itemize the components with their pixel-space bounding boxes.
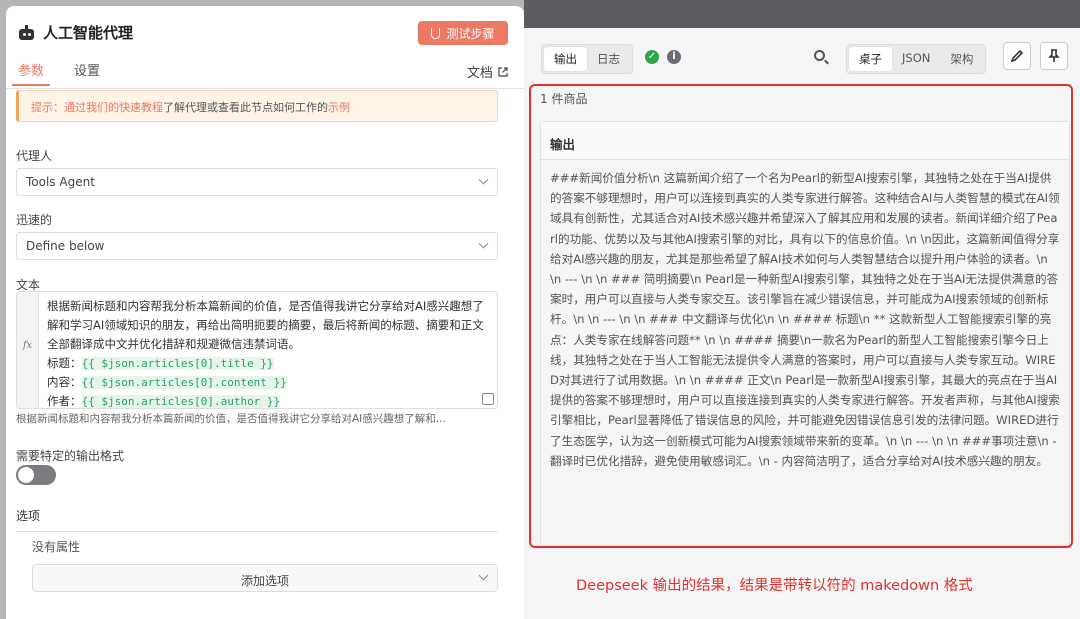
editor-title-line: 标题：{{ $json.articles[0].title }} bbox=[47, 354, 493, 373]
expression-preview: 根据新闻标题和内容帮我分析本篇新闻的价值，是否值得我讲它分享给对AI感兴趣想了解… bbox=[16, 413, 446, 425]
no-properties-text: 没有属性 bbox=[32, 540, 81, 554]
agent-value: Tools Agent bbox=[26, 175, 95, 189]
tab-settings[interactable]: 设置 bbox=[74, 60, 100, 86]
pencil-icon bbox=[1010, 49, 1024, 63]
chevron-down-icon bbox=[478, 174, 489, 185]
output-format-toggle[interactable] bbox=[16, 465, 56, 485]
prompt-value: Define below bbox=[26, 239, 105, 253]
add-option-select[interactable]: 添加选项 bbox=[32, 564, 498, 592]
test-step-button[interactable]: 测试步骤 bbox=[418, 21, 508, 45]
search-icon[interactable] bbox=[814, 50, 825, 61]
title-expression: {{ $json.articles[0].title }} bbox=[81, 357, 274, 370]
tab-parameters[interactable]: 参数 bbox=[11, 60, 51, 86]
hint-prefix: 提示： bbox=[31, 101, 64, 114]
hint-middle: 了解代理或查看此节点如何工作的 bbox=[163, 101, 328, 114]
output-format-label: 需要特定的输出格式 bbox=[16, 449, 125, 463]
expand-editor-icon[interactable] bbox=[482, 393, 494, 405]
content-field-label: 内容： bbox=[47, 375, 82, 389]
tutorial-link[interactable]: 通过我们的快速教程 bbox=[64, 101, 163, 114]
annotation-highlight-box bbox=[529, 84, 1073, 548]
options-section-label: 选项 bbox=[16, 507, 498, 532]
edit-output-button[interactable] bbox=[1003, 42, 1031, 70]
param-tabs: 参数 设置 bbox=[11, 60, 100, 86]
title-field-label: 标题： bbox=[47, 356, 82, 370]
top-bar bbox=[524, 0, 1080, 28]
docs-link[interactable]: 文档 bbox=[467, 62, 508, 81]
author-expression: {{ $json.articles[0].author }} bbox=[81, 395, 281, 408]
editor-content-line: 内容：{{ $json.articles[0].content }} bbox=[47, 373, 493, 392]
external-link-icon bbox=[498, 67, 508, 77]
tutorial-hint: 提示：通过我们的快速教程了解代理或查看此节点如何工作的示例 bbox=[16, 90, 498, 122]
tab-logs[interactable]: 日志 bbox=[587, 47, 630, 71]
toggle-knob bbox=[18, 467, 34, 483]
view-switch: 输出 日志 bbox=[541, 44, 633, 74]
prompt-label: 迅速的 bbox=[16, 213, 53, 227]
display-format-switch: 桌子 JSON 架构 bbox=[846, 44, 987, 74]
tab-table[interactable]: 桌子 bbox=[849, 47, 892, 71]
add-option-label: 添加选项 bbox=[240, 574, 289, 588]
chevron-down-icon bbox=[478, 238, 489, 249]
tab-divider bbox=[6, 88, 524, 89]
test-step-label: 测试步骤 bbox=[446, 26, 495, 41]
prompt-select[interactable]: Define below bbox=[16, 232, 498, 260]
annotation-caption: Deepseek 输出的结果，结果是带转以符的 makedown 格式 bbox=[576, 578, 973, 594]
agent-label: 代理人 bbox=[16, 149, 53, 163]
check-circle-icon: ✓ bbox=[645, 50, 659, 64]
chevron-down-icon bbox=[478, 570, 489, 581]
tab-json[interactable]: JSON bbox=[892, 47, 940, 71]
editor-instruction: 根据新闻标题和内容帮我分析本篇新闻的价值，是否值得我讲它分享给对AI感兴趣想了解… bbox=[47, 299, 484, 351]
pin-output-button[interactable] bbox=[1040, 42, 1068, 70]
panel-header: 人工智能代理 bbox=[18, 22, 133, 43]
tab-schema[interactable]: 架构 bbox=[940, 47, 983, 71]
robot-icon bbox=[18, 24, 35, 41]
prompt-text-editor[interactable]: fx 根据新闻标题和内容帮我分析本篇新闻的价值，是否值得我讲它分享给对AI感兴趣… bbox=[16, 291, 498, 409]
editor-content: 根据新闻标题和内容帮我分析本篇新闻的价值，是否值得我讲它分享给对AI感兴趣想了解… bbox=[47, 297, 493, 408]
agent-select[interactable]: Tools Agent bbox=[16, 168, 498, 196]
node-title: 人工智能代理 bbox=[43, 24, 134, 42]
example-link[interactable]: 示例 bbox=[328, 101, 350, 114]
content-expression: {{ $json.articles[0].content }} bbox=[81, 376, 287, 389]
pin-icon bbox=[1048, 49, 1060, 62]
author-field-label: 作者： bbox=[47, 394, 82, 408]
editor-author-line: 作者：{{ $json.articles[0].author }} bbox=[47, 392, 493, 408]
tab-output[interactable]: 输出 bbox=[544, 47, 587, 71]
info-icon[interactable]: i bbox=[667, 50, 681, 64]
docs-label: 文档 bbox=[466, 66, 493, 81]
flask-icon bbox=[431, 27, 441, 39]
expression-icon: fx bbox=[17, 292, 39, 408]
